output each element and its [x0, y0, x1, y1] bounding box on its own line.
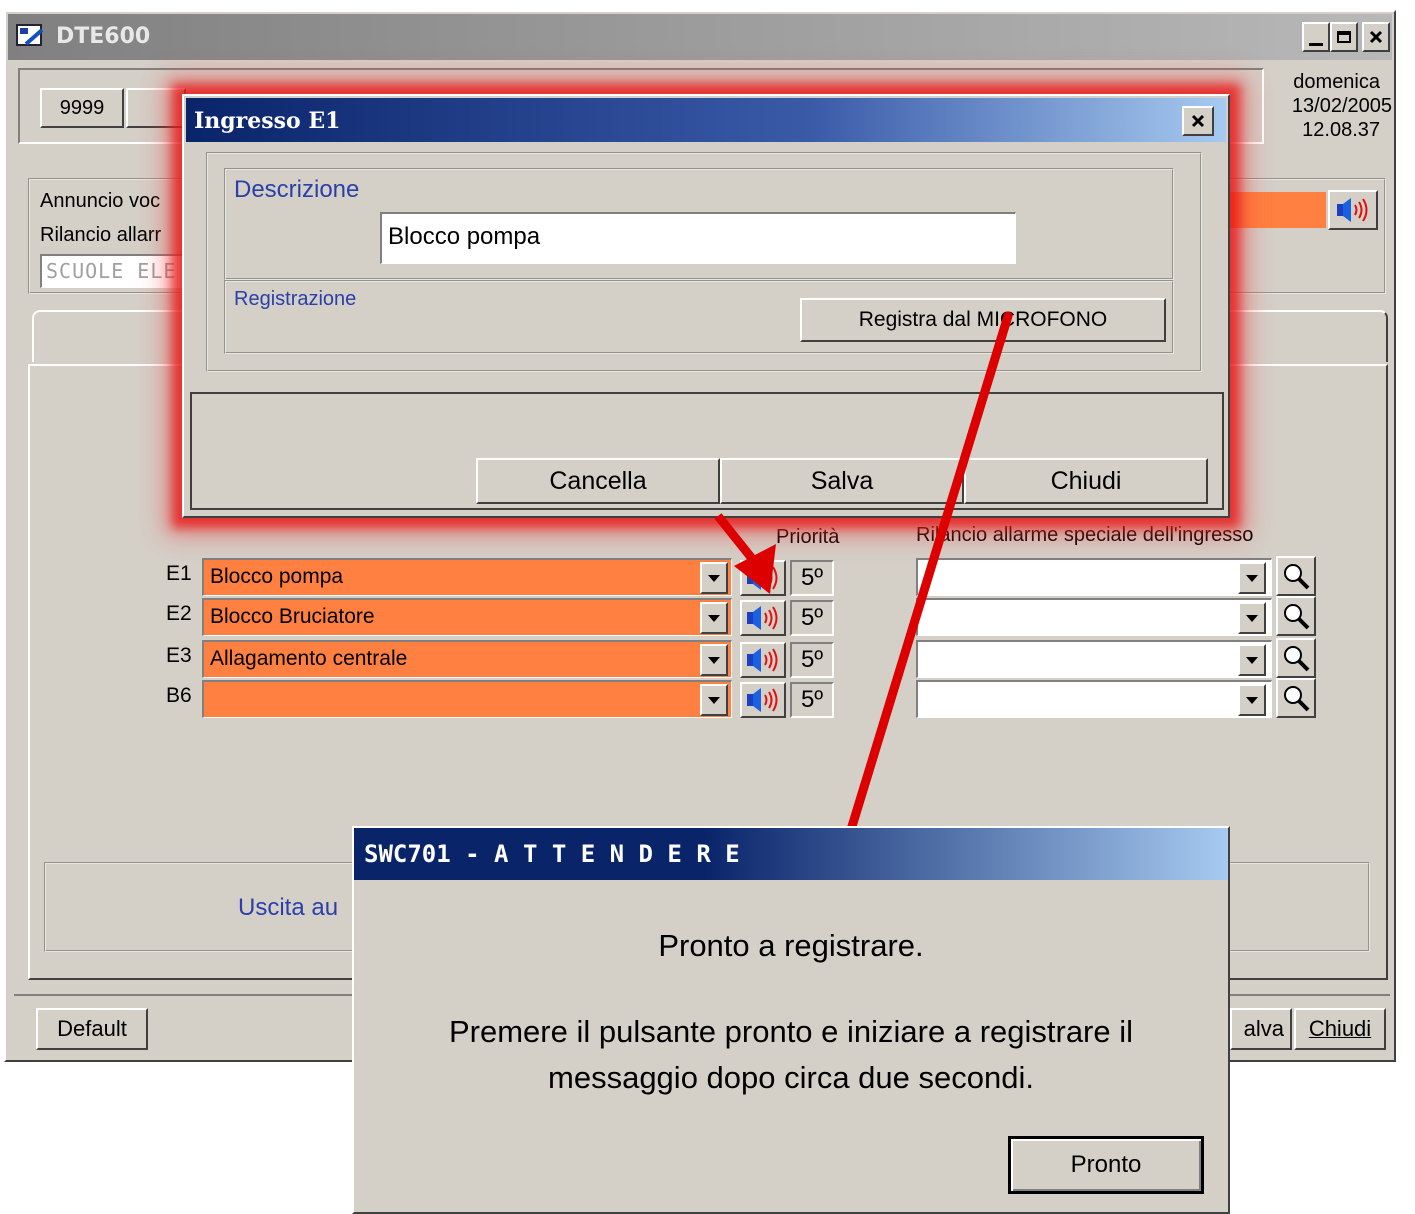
message-line-2: Premere il pulsante pronto e iniziare a …	[448, 1014, 1134, 1049]
attendere-title: SWC701 - A T T E N D E R E	[364, 840, 740, 868]
attendere-dialog: SWC701 - A T T E N D E R E Pronto a regi…	[352, 826, 1230, 1214]
pronto-button[interactable]: Pronto	[1008, 1136, 1204, 1194]
message-line-3: messaggio dopo circa due secondi.	[548, 1060, 1034, 1095]
message-line-1: Pronto a registrare.	[658, 928, 924, 963]
attendere-title-bar: SWC701 - A T T E N D E R E	[354, 828, 1228, 880]
